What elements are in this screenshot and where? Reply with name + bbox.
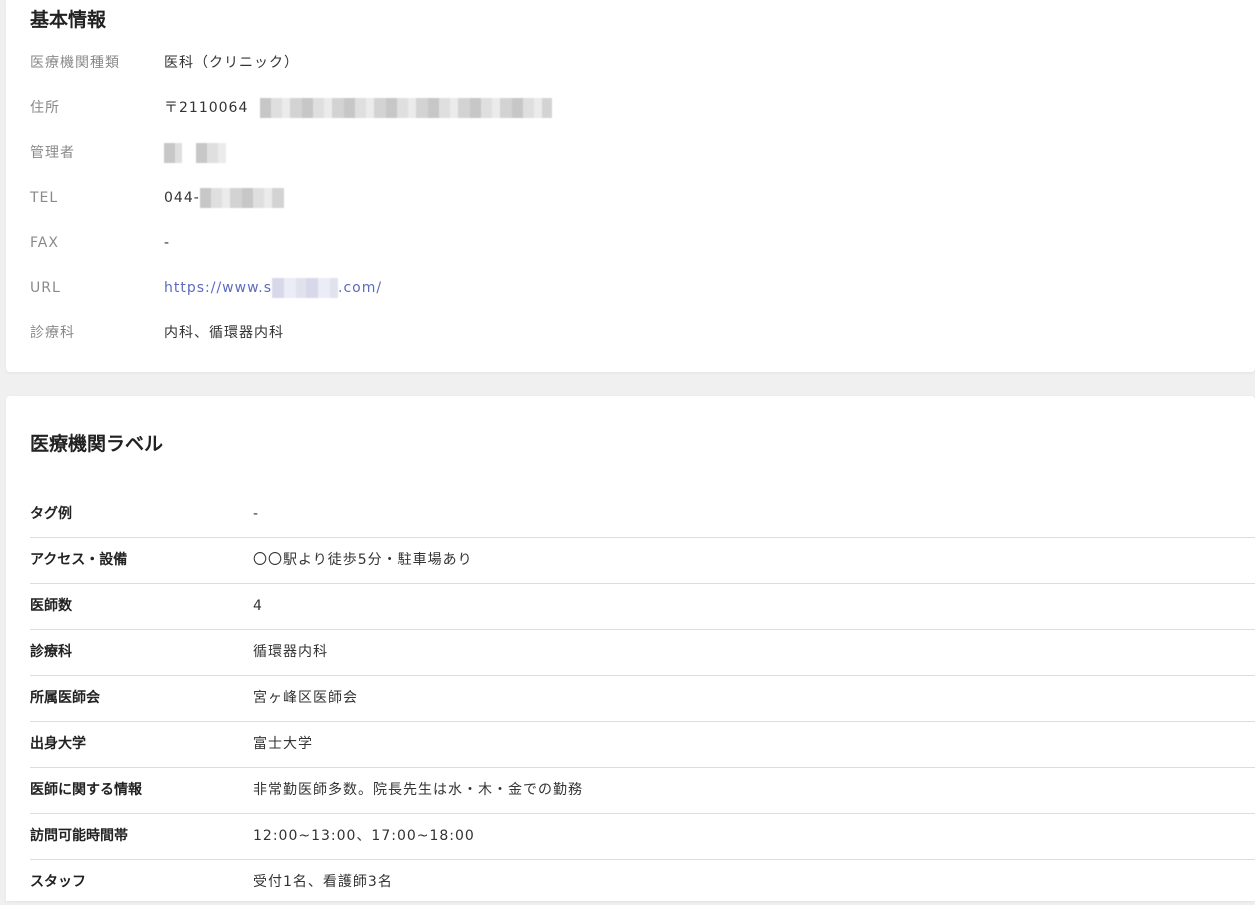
label-row-medical-association: 所属医師会 宮ヶ峰区医師会 xyxy=(30,675,1255,722)
info-row-type: 医療機関種類 医科（クリニック） xyxy=(6,51,1255,75)
label-key: 出身大学 xyxy=(30,736,86,752)
url-prefix: https://www.s xyxy=(164,280,272,296)
info-row-url: URL https://www.s .com/ xyxy=(6,276,1255,300)
medical-labels-title: 医療機関ラベル xyxy=(30,433,164,455)
url-suffix: .com/ xyxy=(338,280,383,296)
label-row-doctor-info: 医師に関する情報 非常勤医師多数。院長先生は水・木・金での勤務 xyxy=(30,767,1255,814)
redacted-address xyxy=(259,98,552,118)
label-value: 12:00~13:00、17:00~18:00 xyxy=(253,828,475,844)
label-row-university: 出身大学 富士大学 xyxy=(30,721,1255,768)
label-value: 〇〇駅より徒歩5分・駐車場あり xyxy=(253,552,473,568)
info-label-manager: 管理者 xyxy=(30,145,75,161)
info-label-url: URL xyxy=(30,280,61,296)
info-value-url: https://www.s .com/ xyxy=(164,276,382,300)
label-value: 富士大学 xyxy=(253,736,313,752)
basic-info-title: 基本情報 xyxy=(30,9,107,31)
postal-code: 〒2110064 xyxy=(164,100,249,116)
label-value: - xyxy=(253,506,260,522)
basic-info-card: 基本情報 医療機関種類 医科（クリニック） 住所 〒2110064 管理者 TE… xyxy=(6,0,1255,372)
info-label-department: 診療科 xyxy=(30,325,75,341)
label-value: 非常勤医師多数。院長先生は水・木・金での勤務 xyxy=(253,782,583,798)
redacted-manager-surname xyxy=(164,143,182,163)
label-key: 訪問可能時間帯 xyxy=(30,828,128,844)
info-value-fax: - xyxy=(164,235,171,251)
label-row-access: アクセス・設備 〇〇駅より徒歩5分・駐車場あり xyxy=(30,537,1255,584)
label-value: 宮ヶ峰区医師会 xyxy=(253,690,358,706)
redacted-tel xyxy=(199,188,284,208)
redacted-manager-given-name xyxy=(196,143,226,163)
label-key: スタッフ xyxy=(30,874,86,890)
info-row-tel: TEL 044- xyxy=(6,186,1255,210)
label-value: 受付1名、看護師3名 xyxy=(253,874,393,890)
info-value-department: 内科、循環器内科 xyxy=(164,325,284,341)
info-value-manager xyxy=(164,141,226,165)
info-row-address: 住所 〒2110064 xyxy=(6,96,1255,120)
label-row-doctor-count: 医師数 4 xyxy=(30,583,1255,630)
redacted-url xyxy=(272,278,338,298)
label-key: タグ例 xyxy=(30,506,72,522)
info-value-type: 医科（クリニック） xyxy=(164,55,299,71)
info-label-address: 住所 xyxy=(30,100,60,116)
label-row-tag-example: タグ例 - xyxy=(30,491,1255,538)
info-row-fax: FAX - xyxy=(6,231,1255,255)
info-label-fax: FAX xyxy=(30,235,59,251)
label-row-visit-hours: 訪問可能時間帯 12:00~13:00、17:00~18:00 xyxy=(30,813,1255,860)
label-key: 所属医師会 xyxy=(30,690,100,706)
info-value-tel: 044- xyxy=(164,186,284,210)
label-value: 循環器内科 xyxy=(253,644,328,660)
label-key: 医師に関する情報 xyxy=(30,782,142,798)
info-label-tel: TEL xyxy=(30,190,59,206)
info-row-manager: 管理者 xyxy=(6,141,1255,165)
label-key: 診療科 xyxy=(30,644,72,660)
label-row-staff: スタッフ 受付1名、看護師3名 xyxy=(30,859,1255,905)
label-value: 4 xyxy=(253,598,263,614)
medical-labels-card: 医療機関ラベル タグ例 - アクセス・設備 〇〇駅より徒歩5分・駐車場あり 医師… xyxy=(6,396,1255,901)
label-row-department: 診療科 循環器内科 xyxy=(30,629,1255,676)
tel-prefix: 044- xyxy=(164,190,200,206)
info-value-address: 〒2110064 xyxy=(164,96,552,120)
info-label-type: 医療機関種類 xyxy=(30,55,120,71)
label-key: 医師数 xyxy=(30,598,72,614)
label-key: アクセス・設備 xyxy=(30,552,128,568)
info-row-department: 診療科 内科、循環器内科 xyxy=(6,321,1255,345)
website-link[interactable]: https://www.s .com/ xyxy=(164,278,383,298)
